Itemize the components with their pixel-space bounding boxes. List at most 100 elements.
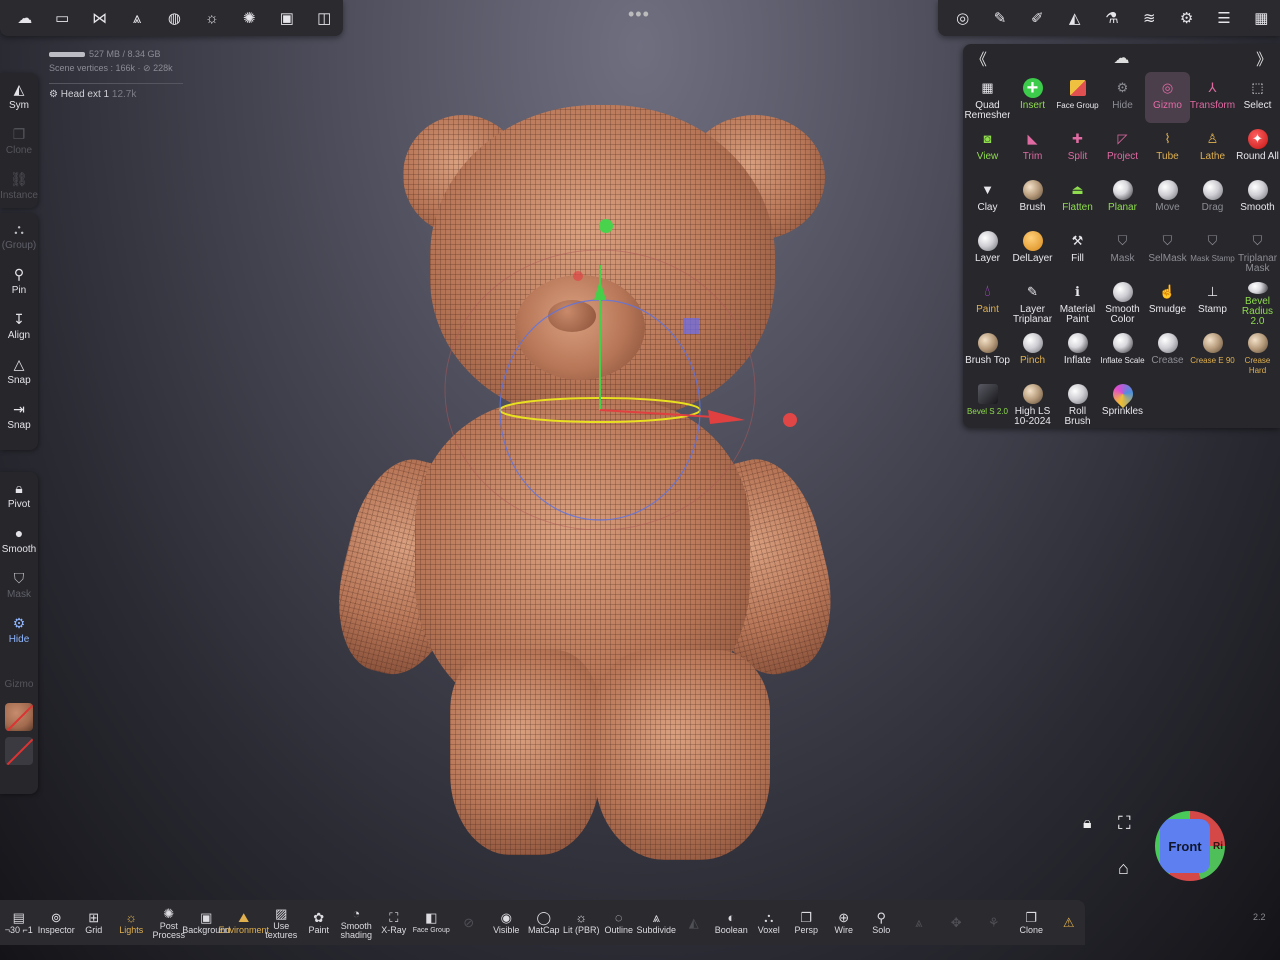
lock-camera-icon[interactable]: 🔒︎ xyxy=(1083,815,1092,833)
tool-layer[interactable]: Layer xyxy=(965,225,1010,276)
expand-panel-icon[interactable]: 》 xyxy=(1256,46,1272,70)
tool-trim[interactable]: ◣ Trim xyxy=(1010,123,1055,174)
tool-quad-remesher[interactable]: ▦ Quad Remesher xyxy=(965,72,1010,123)
tool-split[interactable]: ✚ Split xyxy=(1055,123,1100,174)
bottom-lit-pbr-[interactable]: ☼ Lit (PBR) xyxy=(563,910,601,935)
tool-fill[interactable]: ⚒ Fill xyxy=(1055,225,1100,276)
tool-bevel-s-2-0[interactable]: Bevel S 2.0 xyxy=(965,378,1010,429)
tool-dellayer[interactable]: DelLayer xyxy=(1010,225,1055,276)
bottom-voxel[interactable]: ⛬ Voxel xyxy=(750,910,788,935)
interface-icon[interactable]: ▦ xyxy=(1243,0,1280,36)
tool-clay[interactable]: ▼ Clay xyxy=(965,174,1010,225)
brush-pen-icon[interactable]: ✎ xyxy=(981,0,1018,36)
tool-brush[interactable]: Brush xyxy=(1010,174,1055,225)
background-image-icon[interactable]: ▣ xyxy=(268,0,305,36)
secondary-color-swatch[interactable] xyxy=(5,737,33,765)
camera-icon[interactable]: ◫ xyxy=(306,0,343,36)
bottom-clone[interactable]: ❐ Clone xyxy=(1013,910,1051,935)
tool-crease-hard[interactable]: Crease Hard xyxy=(1235,327,1280,378)
tool-paint[interactable]: 💧︎ Paint xyxy=(965,276,1010,327)
tool-mask-stamp[interactable]: ⛉ Mask Stamp xyxy=(1190,225,1235,276)
tool-face-group[interactable]: Face Group xyxy=(1055,72,1100,123)
tool-crease-e-90[interactable]: Crease E 90 xyxy=(1190,327,1235,378)
settings-gear-icon[interactable]: ⚙ xyxy=(1168,0,1205,36)
tool-project[interactable]: ◸ Project xyxy=(1100,123,1145,174)
active-layer[interactable]: ⚙ Head ext 1 12.7k xyxy=(49,89,136,100)
postprocess-icon[interactable]: ✺ xyxy=(231,0,268,36)
tool-crease[interactable]: Crease xyxy=(1145,327,1190,378)
left-tool-instance[interactable]: ⛓ Instance xyxy=(0,163,38,208)
lighting-sun-icon[interactable]: ☼ xyxy=(193,0,230,36)
tool-flatten[interactable]: ⏏ Flatten xyxy=(1055,174,1100,225)
tool-pinch[interactable]: Pinch xyxy=(1010,327,1055,378)
view-cube[interactable]: Front Ri xyxy=(1155,811,1225,881)
left-tool-smooth[interactable]: ● Smooth xyxy=(0,517,38,562)
flask-icon[interactable]: ⚗ xyxy=(1093,0,1130,36)
tool-mask[interactable]: ⛉ Mask xyxy=(1100,225,1145,276)
left-tool-group[interactable]: ⛬ (Group) xyxy=(0,213,38,258)
eyedropper-icon[interactable]: ✐ xyxy=(1019,0,1056,36)
bottom-paint[interactable]: ✿ Paint xyxy=(300,910,338,935)
left-tool-snap[interactable]: ⇥ Snap xyxy=(0,393,38,438)
tool-tube[interactable]: ⌇ Tube xyxy=(1145,123,1190,174)
stack-layers-icon[interactable]: ≋ xyxy=(1131,0,1168,36)
symmetry-icon[interactable]: ◭ xyxy=(1056,0,1093,36)
bottom-face-group[interactable]: ◧ Face Group xyxy=(413,910,451,935)
bottom-lights[interactable]: ☼ Lights xyxy=(113,910,151,935)
left-tool-pin[interactable]: ⚲ Pin xyxy=(0,258,38,303)
tool-view[interactable]: ◙ View xyxy=(965,123,1010,174)
tool-drag[interactable]: Drag xyxy=(1190,174,1235,225)
viewport-model-bear[interactable] xyxy=(320,90,850,880)
view-cube-front[interactable]: Front xyxy=(1160,819,1210,873)
view-cube-right[interactable]: Ri xyxy=(1213,841,1223,852)
tool-stamp[interactable]: ⊥ Stamp xyxy=(1190,276,1235,327)
layers-mesh-icon[interactable]: ⩓ xyxy=(118,0,155,36)
tool-planar[interactable]: Planar xyxy=(1100,174,1145,225)
left-tool-clone[interactable]: ❐ Clone xyxy=(0,118,38,163)
tool-material-paint[interactable]: ℹ Material Paint xyxy=(1055,276,1100,327)
transform-gizmo[interactable] xyxy=(440,210,800,530)
tool-bevel-radius-2-0[interactable]: Bevel Radius 2.0 xyxy=(1235,276,1280,327)
bottom-environment[interactable]: ⛰ Environment xyxy=(218,910,269,935)
tool-layer-triplanar[interactable]: ✎ Layer Triplanar xyxy=(1010,276,1055,327)
bottom--30-1[interactable]: ▤ ¬30 ⌐1 xyxy=(0,910,38,935)
tool-sprinkles[interactable]: Sprinkles xyxy=(1100,378,1145,429)
tool-inflate[interactable]: Inflate xyxy=(1055,327,1100,378)
bottom-solo[interactable]: ⚲ Solo xyxy=(863,910,901,935)
tool-lathe[interactable]: ♙ Lathe xyxy=(1190,123,1235,174)
left-tool-gizmo[interactable]: Gizmo xyxy=(0,652,38,697)
left-tool-align[interactable]: ↧ Align xyxy=(0,303,38,348)
tool-insert[interactable]: + Insert xyxy=(1010,72,1055,123)
left-tool-pivot[interactable]: 🔒︎ Pivot xyxy=(0,472,38,517)
bottom-boolean[interactable]: ◐ Boolean xyxy=(713,910,751,935)
nomad-logo-icon[interactable]: ☁ xyxy=(6,0,43,36)
tool-transform[interactable]: ⅄ Transform xyxy=(1190,72,1235,123)
bottom-use-textures[interactable]: ▨ Use textures xyxy=(263,906,301,940)
left-tool-sym[interactable]: ◭ Sym xyxy=(0,73,38,118)
tool-brush-top[interactable]: Brush Top xyxy=(965,327,1010,378)
left-tool-hide[interactable]: ⚙ Hide xyxy=(0,607,38,652)
sliders-icon[interactable]: ☰ xyxy=(1205,0,1242,36)
bottom-wire[interactable]: ⊕ Wire xyxy=(825,910,863,935)
more-dots-icon[interactable]: ••• xyxy=(628,4,650,25)
tool-gizmo[interactable]: ◎ Gizmo xyxy=(1145,72,1190,123)
tool-high-ls-10-2024[interactable]: High LS 10-2024 xyxy=(1010,378,1055,429)
tool-smudge[interactable]: ☝ Smudge xyxy=(1145,276,1190,327)
home-view-icon[interactable]: ⌂ xyxy=(1118,858,1129,879)
collapse-panel-icon[interactable]: 《 xyxy=(971,46,987,70)
tool-smooth-color[interactable]: Smooth Color xyxy=(1100,276,1145,327)
fullscreen-icon[interactable]: ⛶ xyxy=(1118,813,1131,834)
bottom-persp[interactable]: ❐ Persp xyxy=(788,910,826,935)
bottom-visible[interactable]: ◉ Visible xyxy=(488,910,526,935)
bottom-smooth-shading[interactable]: ◔ Smooth shading xyxy=(338,906,376,940)
bottom-subdivide[interactable]: ⩓ Subdivide xyxy=(636,910,676,935)
bottom-grid[interactable]: ⊞ Grid xyxy=(75,910,113,935)
tool-round-all[interactable]: ✦ Round All xyxy=(1235,123,1280,174)
scene-graph-icon[interactable]: ⋈ xyxy=(81,0,118,36)
tool-roll-brush[interactable]: Roll Brush xyxy=(1055,378,1100,429)
material-color-swatch[interactable] xyxy=(5,703,33,731)
tool-select[interactable]: ⬚ Select xyxy=(1235,72,1280,123)
bottom-x-ray[interactable]: ⛶ X-Ray xyxy=(375,910,413,935)
bottom-inspector[interactable]: ⊚ Inspector xyxy=(38,910,76,935)
bottom-warning-icon[interactable]: ⚠ xyxy=(1050,915,1088,931)
